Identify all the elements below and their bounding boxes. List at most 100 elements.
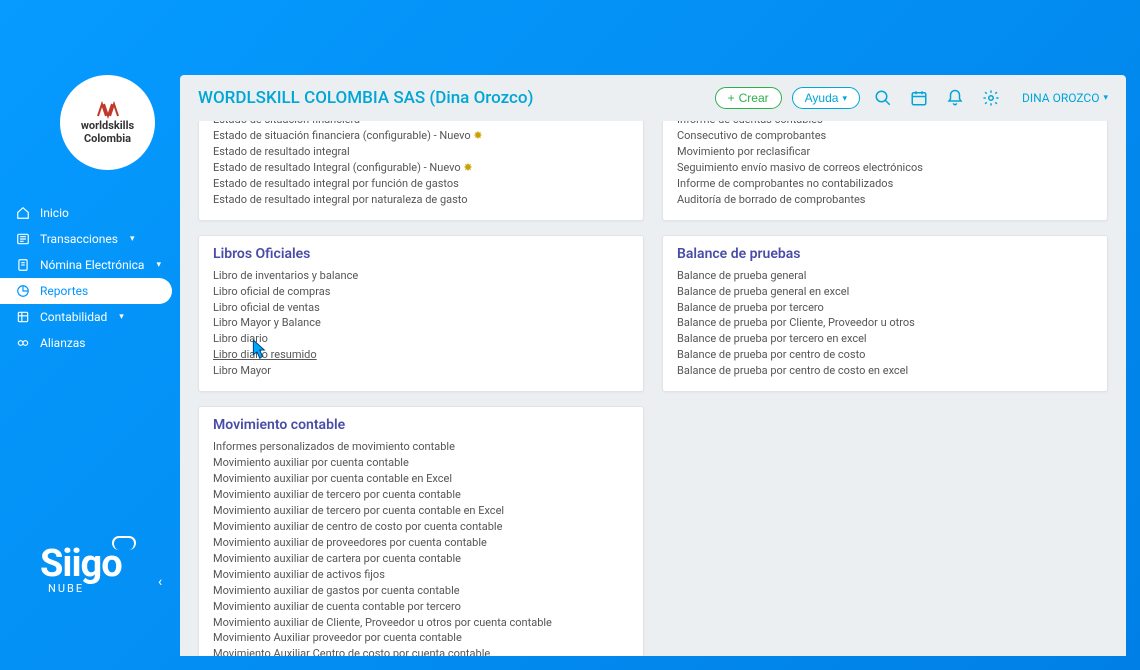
report-link[interactable]: Informe de comprobantes no contabilizado…: [677, 176, 1093, 192]
report-link[interactable]: Informes personalizados de movimiento co…: [213, 439, 629, 455]
report-link[interactable]: Movimiento auxiliar de gastos por cuenta…: [213, 583, 629, 599]
report-link[interactable]: Estado de resultado integral por natural…: [213, 192, 629, 208]
calendar-icon[interactable]: [906, 85, 932, 111]
report-link[interactable]: Libro oficial de ventas: [213, 300, 629, 316]
user-label: DINA OROZCO: [1022, 91, 1099, 105]
siigo-logo: Siigo NUBE: [40, 542, 122, 595]
report-link[interactable]: Balance de prueba por tercero: [677, 300, 1093, 316]
report-link-label: Libro Mayor y Balance: [213, 316, 321, 329]
report-link-label: Libro oficial de ventas: [213, 301, 320, 314]
worldskills-icon: [94, 100, 122, 120]
report-link[interactable]: Movimiento auxiliar de activos fijos: [213, 567, 629, 583]
report-link[interactable]: Balance de prueba por Cliente, Proveedor…: [677, 315, 1093, 331]
user-menu[interactable]: DINA OROZCO ▾: [1014, 91, 1108, 105]
report-link[interactable]: Movimiento auxiliar por cuenta contable …: [213, 471, 629, 487]
report-link-label: Estado de resultado integral por natural…: [213, 193, 468, 206]
report-link[interactable]: Libro diario resumido: [213, 347, 629, 363]
report-link[interactable]: Estado de situación financiera (configur…: [213, 128, 629, 144]
report-link[interactable]: Movimiento auxiliar de cuenta contable p…: [213, 599, 629, 615]
report-link[interactable]: Balance de prueba por tercero en excel: [677, 331, 1093, 347]
report-link[interactable]: Balance de prueba general: [677, 268, 1093, 284]
report-link[interactable]: Seguimiento envío masivo de correos elec…: [677, 160, 1093, 176]
report-link[interactable]: Libro de inventarios y balance: [213, 268, 629, 284]
report-link[interactable]: Informe de cuentas contables: [677, 121, 1093, 128]
report-link[interactable]: Libro Mayor: [213, 363, 629, 379]
new-star-icon: ✸: [461, 161, 473, 174]
sidebar-item-label: Inicio: [40, 206, 69, 220]
sidebar-item-contabilidad[interactable]: Contabilidad▾: [0, 304, 180, 330]
report-link[interactable]: Libro oficial de compras: [213, 284, 629, 300]
report-link[interactable]: Balance de prueba por centro de costo en…: [677, 363, 1093, 379]
report-link[interactable]: Balance de prueba por centro de costo: [677, 347, 1093, 363]
report-link-label: Movimiento auxiliar de cartera por cuent…: [213, 552, 461, 565]
report-card: Movimiento contableInformes personalizad…: [198, 406, 644, 656]
report-card: Auditoría de comprobantes y catálogosInf…: [662, 121, 1108, 221]
sidebar-item-label: Transacciones: [40, 232, 118, 246]
report-link-label: Informes personalizados de movimiento co…: [213, 440, 455, 453]
report-link[interactable]: Consecutivo de comprobantes: [677, 128, 1093, 144]
column-left: FinancierosEstado de situación financier…: [198, 121, 644, 656]
report-link[interactable]: Movimiento auxiliar de cartera por cuent…: [213, 551, 629, 567]
report-link[interactable]: Estado de situación financiera: [213, 121, 629, 128]
report-link[interactable]: Movimiento auxiliar de Cliente, Proveedo…: [213, 615, 629, 631]
report-link-label: Libro diario: [213, 332, 268, 345]
sidebar-item-label: Reportes: [40, 284, 88, 298]
card-list: Libro de inventarios y balanceLibro ofic…: [213, 268, 629, 380]
bell-icon[interactable]: [942, 85, 968, 111]
sidebar-item-reportes[interactable]: Reportes: [0, 278, 172, 304]
report-link-label: Movimiento auxiliar por cuenta contable: [213, 456, 409, 469]
sidebar-item-label: Alianzas: [40, 336, 86, 350]
report-link-label: Movimiento auxiliar de centro de costo p…: [213, 520, 502, 533]
report-link-label: Estado de situación financiera (configur…: [213, 129, 471, 142]
collapse-sidebar-icon[interactable]: ‹: [158, 574, 162, 590]
report-link[interactable]: Movimiento auxiliar de tercero por cuent…: [213, 503, 629, 519]
report-link-label: Movimiento auxiliar de proveedores por c…: [213, 536, 487, 549]
report-link-label: Estado de situación financiera: [213, 121, 360, 126]
report-link[interactable]: Movimiento auxiliar de tercero por cuent…: [213, 487, 629, 503]
report-link-label: Movimiento auxiliar de gastos por cuenta…: [213, 584, 460, 597]
sidebar-item-nómina-electrónica[interactable]: Nómina Electrónica▾: [0, 252, 180, 278]
sidebar-item-label: Nómina Electrónica: [40, 258, 144, 272]
accounting-icon: [16, 310, 30, 324]
report-link[interactable]: Estado de resultado integral: [213, 144, 629, 160]
report-link[interactable]: Movimiento Auxiliar Centro de costo por …: [213, 646, 629, 656]
report-link-label: Balance de prueba por centro de costo: [677, 348, 865, 361]
report-link-label: Movimiento auxiliar de Cliente, Proveedo…: [213, 616, 552, 629]
payroll-icon: [16, 258, 30, 272]
sidebar-item-alianzas[interactable]: Alianzas: [0, 330, 180, 356]
reports-icon: [16, 284, 30, 298]
card-title: Libros Oficiales: [213, 246, 629, 262]
report-link-label: Libro diario resumido: [213, 348, 317, 361]
report-link[interactable]: Libro Mayor y Balance: [213, 315, 629, 331]
report-link-label: Balance de prueba por tercero: [677, 301, 824, 314]
report-link-label: Libro oficial de compras: [213, 285, 330, 298]
report-link[interactable]: Estado de resultado Integral (configurab…: [213, 160, 629, 176]
report-link[interactable]: Estado de resultado integral por función…: [213, 176, 629, 192]
report-link[interactable]: Libro diario: [213, 331, 629, 347]
report-link-label: Movimiento Auxiliar proveedor por cuenta…: [213, 631, 462, 644]
sidebar-item-inicio[interactable]: Inicio: [0, 200, 180, 226]
create-button[interactable]: + Crear: [715, 87, 782, 109]
report-link[interactable]: Balance de prueba general en excel: [677, 284, 1093, 300]
report-card: Balance de pruebasBalance de prueba gene…: [662, 235, 1108, 393]
card-list: Informe de cuentas contables Consecutivo …: [677, 121, 1093, 208]
help-button[interactable]: Ayuda ▾: [792, 87, 860, 109]
sidebar-item-transacciones[interactable]: Transacciones▾: [0, 226, 180, 252]
search-icon[interactable]: [870, 85, 896, 111]
report-link[interactable]: Auditoría de borrado de comprobantes: [677, 192, 1093, 208]
alliances-icon: [16, 336, 30, 350]
report-link[interactable]: Movimiento por reclasificar: [677, 144, 1093, 160]
report-link[interactable]: Movimiento Auxiliar proveedor por cuenta…: [213, 630, 629, 646]
report-link-label: Informe de cuentas contables: [677, 121, 823, 126]
report-link[interactable]: Movimiento auxiliar de proveedores por c…: [213, 535, 629, 551]
report-link-label: Movimiento auxiliar de activos fijos: [213, 568, 385, 581]
report-link[interactable]: Movimiento auxiliar por cuenta contable: [213, 455, 629, 471]
main-panel: WORDLSKILL COLOMBIA SAS (Dina Orozco) + …: [180, 75, 1126, 656]
report-link[interactable]: Movimiento auxiliar de centro de costo p…: [213, 519, 629, 535]
report-card: Libros Oficiales Libro de inventarios y b…: [198, 235, 644, 393]
card-list: Balance de prueba general Balance de prue…: [677, 268, 1093, 380]
topbar: WORDLSKILL COLOMBIA SAS (Dina Orozco) + …: [180, 75, 1126, 121]
report-link-label: Balance de prueba general: [677, 269, 806, 282]
column-right: Auditoría de comprobantes y catálogosInf…: [662, 121, 1108, 656]
gear-icon[interactable]: [978, 85, 1004, 111]
